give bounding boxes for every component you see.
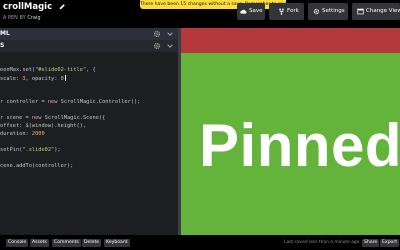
text-cursor [64,75,66,81]
code-line: duration: 2000 [0,131,45,137]
editor-panel: ML S eenMax.set("#slide02-title", { scale… [0,28,178,235]
chevron-down-icon[interactable] [166,42,174,50]
layout-icon [357,8,364,15]
gear-icon[interactable] [153,30,161,38]
bottom-bar: Console Assets Comments Delete Keyboard … [0,235,400,250]
comments-button[interactable]: Comments [52,239,81,247]
author-prefix: A PEN BY [3,15,26,21]
preview-pane[interactable]: Pinned [181,28,400,235]
export-button[interactable]: Export [380,239,400,247]
html-tab-label: ML [0,30,10,37]
js-tab-label: S [0,42,5,49]
settings-label: Settings [322,8,345,14]
assets-button[interactable]: Assets [30,239,49,247]
cloud-icon [240,9,247,14]
change-view-label: Change View [366,8,400,14]
slide-red-section [181,28,400,53]
code-line: setPin(".slide02"); [0,147,61,153]
fork-button[interactable]: Fork [269,3,304,20]
code-line: r scene = new ScrollMagic.Scene({ [0,115,106,121]
code-line: offset: $(window).height(), [0,123,87,129]
chevron-down-icon[interactable] [166,30,174,38]
save-button[interactable]: Save [237,3,265,20]
pen-title[interactable]: crollMagic [3,2,52,12]
change-view-button[interactable]: Change View [352,3,400,20]
js-code-editor[interactable]: eenMax.set("#slide02-title", { scale: 3, … [0,61,178,235]
save-label: Save [249,8,263,14]
js-editor-header[interactable]: S [0,40,178,52]
gear-icon [313,8,320,15]
keyboard-button[interactable]: Keyboard [104,239,130,247]
fork-icon [279,8,284,15]
html-editor-header[interactable]: ML [0,28,178,40]
save-status-text: Last saved less than a minute ago [284,240,360,245]
console-button[interactable]: Console [6,239,29,247]
author-name[interactable]: Craig [27,15,40,21]
top-bar: crollMagic A PEN BY Craig There have bee… [0,0,400,28]
delete-button[interactable]: Delete [82,239,102,247]
share-button[interactable]: Share [362,239,380,247]
pinned-heading: Pinned [199,112,400,179]
pen-title-area: crollMagic A PEN BY Craig [0,0,150,28]
gear-icon[interactable] [153,42,161,50]
pencil-icon[interactable] [58,3,66,11]
code-line: scale: 3, opacity: 0 [0,75,66,82]
code-line: r controller = new ScrollMagic.Controlle… [0,99,141,105]
code-line: eenMax.set("#slide02-title", { [0,67,96,73]
code-line: cene.addTo(controller); [0,163,74,169]
author-line: A PEN BY Craig [3,15,41,21]
fork-label: Fork [287,8,299,14]
settings-button[interactable]: Settings [308,3,348,20]
